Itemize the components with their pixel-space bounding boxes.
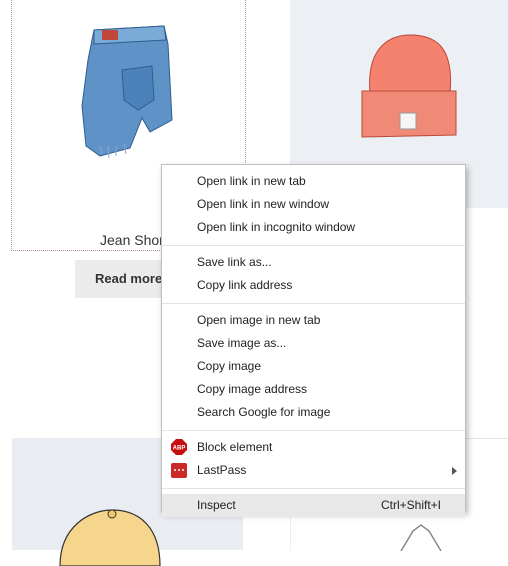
beanie-image[interactable]: [350, 25, 470, 155]
menu-separator: [162, 245, 465, 246]
menu-block-element[interactable]: ABP Block element: [162, 436, 465, 459]
menu-block-element-label: Block element: [197, 440, 273, 454]
menu-open-link-new-window[interactable]: Open link in new window: [162, 193, 465, 216]
menu-save-image-as[interactable]: Save image as...: [162, 332, 465, 355]
submenu-arrow-icon: [452, 467, 457, 475]
inspect-shortcut: Ctrl+Shift+I: [380, 498, 441, 512]
abp-icon-text: ABP: [173, 446, 186, 452]
menu-open-link-incognito[interactable]: Open link in incognito window: [162, 216, 465, 239]
menu-copy-image-address[interactable]: Copy image address: [162, 378, 465, 401]
menu-copy-image[interactable]: Copy image: [162, 355, 465, 378]
menu-copy-link-address[interactable]: Copy link address: [162, 274, 465, 297]
menu-lastpass[interactable]: LastPass: [162, 459, 465, 482]
context-menu[interactable]: Open link in new tab Open link in new wi…: [161, 164, 466, 517]
menu-separator: [162, 488, 465, 489]
menu-lastpass-label: LastPass: [197, 463, 247, 477]
menu-separator: [162, 430, 465, 431]
read-more-button[interactable]: Read more: [75, 260, 171, 298]
menu-separator: [162, 303, 465, 304]
menu-open-image-new-tab[interactable]: Open image in new tab: [162, 309, 465, 332]
hoodie-image[interactable]: [391, 521, 451, 551]
product-title[interactable]: Jean Short: [100, 232, 168, 248]
menu-inspect-label: Inspect: [197, 498, 236, 512]
lastpass-icon: [171, 463, 187, 478]
menu-open-link-new-tab[interactable]: Open link in new tab: [162, 170, 465, 193]
cap-image[interactable]: [50, 506, 170, 566]
jean-shorts-image[interactable]: [72, 20, 182, 160]
menu-inspect[interactable]: Inspect Ctrl+Shift+I: [162, 494, 465, 517]
menu-search-google-image[interactable]: Search Google for image: [162, 401, 465, 424]
adblock-plus-icon: ABP: [171, 439, 187, 455]
menu-save-link-as[interactable]: Save link as...: [162, 251, 465, 274]
